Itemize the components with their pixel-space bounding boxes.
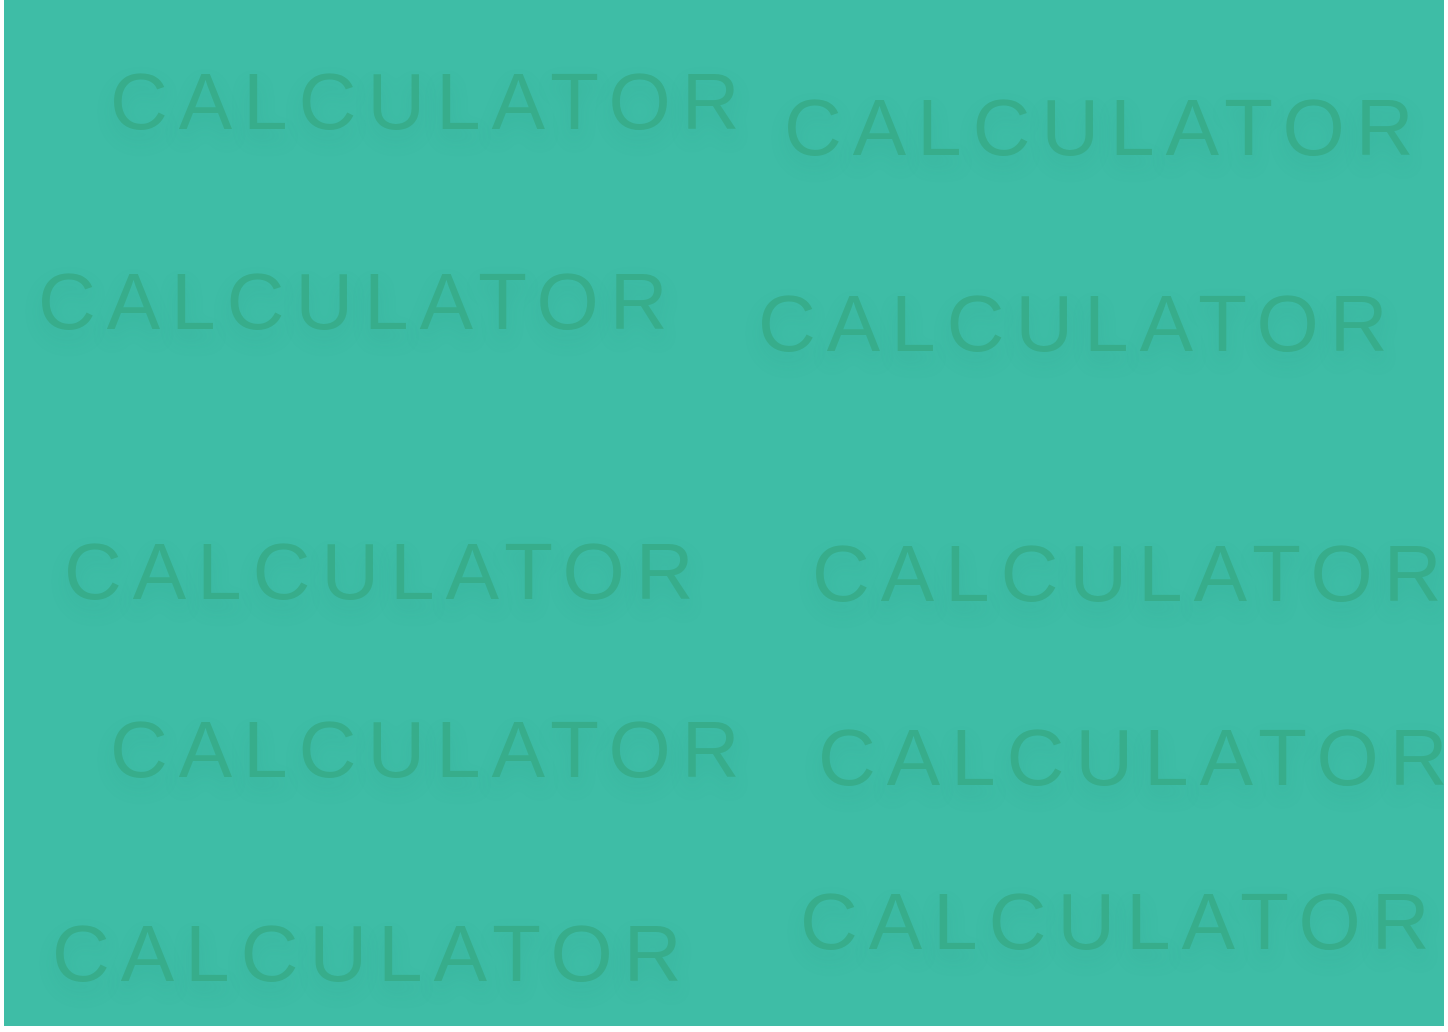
calculator-pattern-background: CALCULATOR CALCULATOR CALCULATOR CALCULA… (4, 0, 1444, 1026)
calculator-word: CALCULATOR (38, 257, 679, 346)
calculator-word: CALCULATOR (812, 529, 1444, 618)
calculator-word: CALCULATOR (110, 705, 751, 794)
calculator-word: CALCULATOR (800, 877, 1441, 966)
calculator-word: CALCULATOR (784, 83, 1425, 172)
calculator-word: CALCULATOR (64, 527, 705, 616)
calculator-word: CALCULATOR (52, 909, 693, 998)
calculator-word: CALCULATOR (758, 279, 1399, 368)
calculator-word: CALCULATOR (818, 713, 1444, 802)
calculator-word: CALCULATOR (110, 57, 751, 146)
